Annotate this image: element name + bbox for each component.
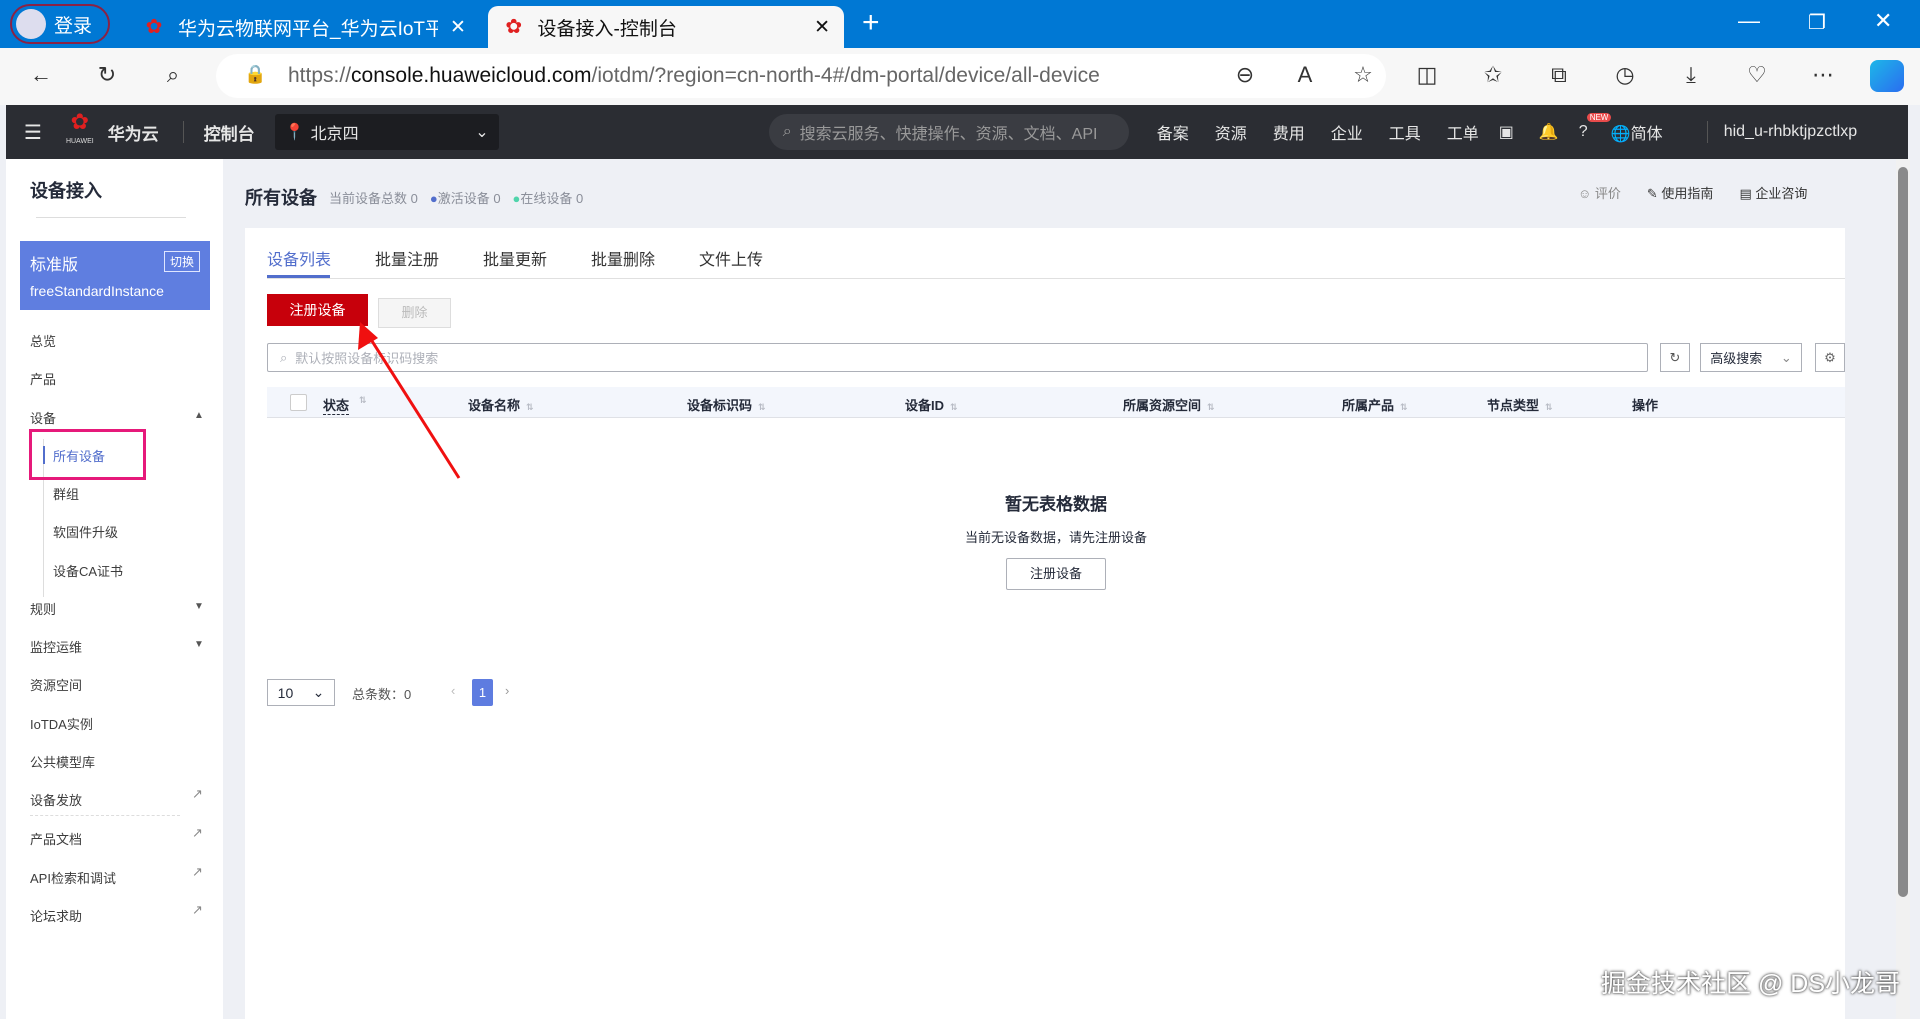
arrow-line (363, 329, 461, 479)
annotation-arrow (358, 322, 461, 479)
watermark: 掘金技术社区 @ DS小龙哥 (1601, 970, 1900, 998)
